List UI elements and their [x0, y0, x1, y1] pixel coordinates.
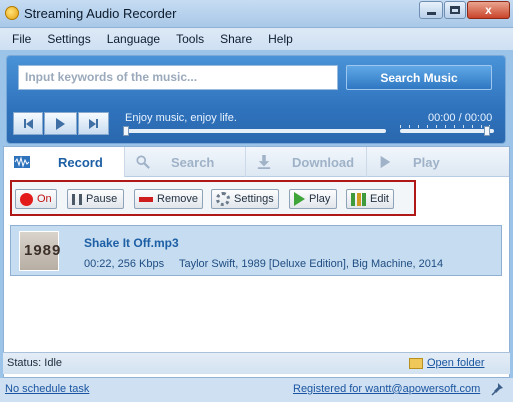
magnifier-icon	[136, 155, 150, 169]
album-cover: 1989	[19, 231, 62, 271]
main-content: Record Search Download Play On Pause Rem…	[3, 146, 510, 378]
volume-thumb[interactable]	[483, 126, 490, 136]
app-logo-icon	[5, 6, 19, 20]
tab-record-label: Record	[58, 154, 103, 170]
tab-download-label: Download	[292, 154, 355, 170]
volume-ticks	[400, 125, 490, 128]
pause-icon	[72, 193, 82, 205]
menu-tools[interactable]: Tools	[170, 32, 210, 46]
next-icon	[89, 118, 98, 129]
pause-button-label: Pause	[86, 193, 118, 205]
tab-play-label: Play	[413, 154, 440, 170]
search-input[interactable]: Input keywords of the music...	[18, 65, 338, 90]
green-play-icon	[294, 192, 305, 206]
track-info: Taylor Swift, 1989 [Deluxe Edition], Big…	[179, 258, 444, 270]
next-track-button[interactable]	[78, 112, 109, 135]
open-folder-link[interactable]: Open folder	[427, 357, 484, 369]
tab-search[interactable]: Search	[125, 147, 246, 177]
schedule-task-link[interactable]: No schedule task	[5, 383, 89, 395]
registered-link[interactable]: Registered for wantt@apowersoft.com	[293, 383, 480, 395]
download-arrow-icon	[257, 155, 271, 169]
pin-icon[interactable]	[491, 382, 505, 396]
track-row[interactable]: 1989 Shake It Off.mp3 00:22, 256 Kbps Ta…	[10, 225, 502, 276]
record-toolbar: On Pause Remove Settings Play Edit	[10, 180, 416, 216]
seek-thumb[interactable]	[123, 126, 129, 136]
window-title: Streaming Audio Recorder	[24, 6, 177, 21]
close-icon: x	[485, 3, 492, 17]
search-music-button[interactable]: Search Music	[346, 65, 492, 90]
menu-share[interactable]: Share	[214, 32, 258, 46]
gear-icon	[216, 192, 230, 206]
status-text: Status: Idle	[7, 357, 63, 369]
album-cover-text: 1989	[24, 242, 62, 259]
player-tagline: Enjoy music, enjoy life.	[125, 112, 237, 124]
edit-button[interactable]: Edit	[346, 189, 394, 209]
waveform-icon	[14, 156, 30, 168]
settings-button[interactable]: Settings	[211, 189, 279, 209]
close-button[interactable]: x	[467, 1, 510, 19]
tab-record[interactable]: Record	[4, 147, 125, 177]
record-dot-icon	[20, 192, 33, 206]
volume-slider[interactable]	[400, 126, 494, 136]
previous-icon	[23, 118, 33, 129]
title-bar: Streaming Audio Recorder x	[0, 0, 513, 28]
track-title: Shake It Off.mp3	[84, 236, 179, 250]
menu-help[interactable]: Help	[262, 32, 299, 46]
menu-file[interactable]: File	[6, 32, 37, 46]
remove-button-label: Remove	[157, 193, 198, 205]
on-button[interactable]: On	[15, 189, 57, 209]
time-display: 00:00 / 00:00	[428, 112, 493, 124]
track-duration-bitrate: 00:22, 256 Kbps	[84, 258, 165, 270]
remove-icon	[139, 196, 154, 202]
play-button-label: Play	[309, 193, 331, 205]
tab-search-label: Search	[171, 154, 215, 170]
tab-download[interactable]: Download	[246, 147, 367, 177]
edit-button-label: Edit	[370, 193, 389, 205]
menu-bar: File Settings Language Tools Share Help	[0, 28, 513, 50]
minimize-button[interactable]	[419, 1, 443, 19]
remove-button[interactable]: Remove	[134, 189, 203, 209]
maximize-button[interactable]	[444, 1, 466, 19]
menu-language[interactable]: Language	[101, 32, 166, 46]
previous-track-button[interactable]	[13, 112, 43, 135]
status-bar: Status: Idle Open folder	[3, 352, 510, 374]
play-button[interactable]	[44, 112, 77, 135]
pause-button[interactable]: Pause	[67, 189, 124, 209]
folder-icon	[409, 358, 423, 369]
play-icon	[56, 117, 65, 130]
footer-bar: No schedule task Registered for wantt@ap…	[0, 378, 513, 402]
play-icon	[380, 155, 391, 169]
settings-button-label: Settings	[234, 193, 274, 205]
play-recording-button[interactable]: Play	[289, 189, 337, 209]
search-player-panel: Input keywords of the music... Search Mu…	[6, 55, 506, 144]
on-button-label: On	[37, 193, 52, 205]
menu-settings[interactable]: Settings	[41, 32, 96, 46]
tab-bar: Record Search Download Play	[4, 147, 509, 177]
equalizer-edit-icon	[351, 192, 366, 206]
seek-slider[interactable]	[123, 126, 386, 136]
tab-play[interactable]: Play	[367, 147, 488, 177]
